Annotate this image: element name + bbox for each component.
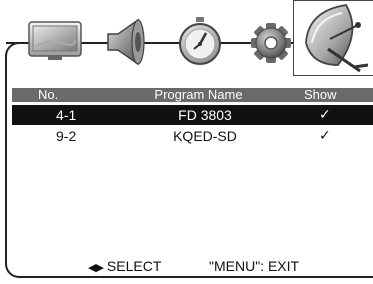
sound-icon[interactable] (98, 18, 150, 66)
connector-line (150, 42, 172, 44)
table-header: No. Program Name Show (12, 88, 373, 102)
select-hint: ◀▶ SELECT (88, 258, 161, 274)
channel-icon[interactable] (298, 3, 372, 75)
menu-icon-bar (0, 0, 373, 80)
menu-exit-hint: "MENU": EXIT (209, 258, 300, 274)
setup-icon[interactable] (250, 22, 292, 64)
select-label: SELECT (106, 258, 162, 274)
timer-icon[interactable] (172, 16, 228, 66)
connector-line (6, 42, 28, 44)
picture-icon[interactable] (28, 20, 82, 62)
table-row[interactable]: 9-2 KQED-SD ✓ (12, 126, 373, 146)
table-row-selected[interactable]: 4-1 FD 3803 ✓ (12, 105, 373, 125)
show-checkmark[interactable]: ✓ (319, 126, 331, 146)
column-header-show: Show (304, 87, 337, 102)
connector-line (228, 42, 250, 44)
show-checkmark[interactable]: ✓ (319, 105, 331, 125)
left-right-arrows-icon: ◀▶ (88, 261, 104, 274)
